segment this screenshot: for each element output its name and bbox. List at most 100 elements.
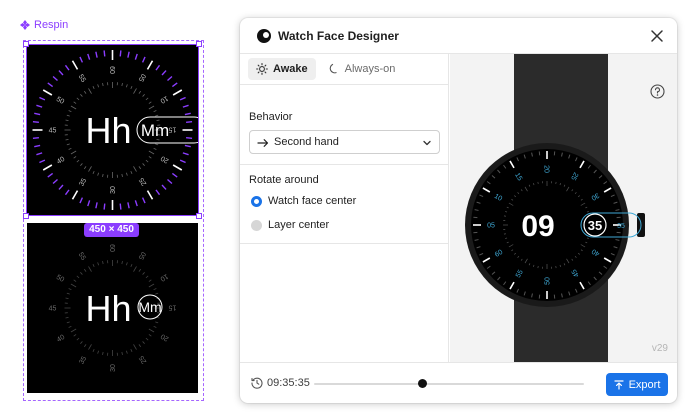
resize-handle-tl[interactable]	[23, 41, 29, 47]
radio-button-unselected[interactable]	[251, 219, 262, 231]
dial-number: 60	[108, 244, 115, 252]
dial-number: 50	[545, 277, 552, 285]
dial-tick	[161, 70, 167, 76]
inner-dial-tick	[155, 292, 159, 295]
inner-dial-tick	[92, 170, 95, 175]
inner-dial-tick	[88, 166, 92, 172]
inner-dial-tick	[133, 166, 137, 172]
dial-tick	[103, 203, 106, 210]
close-icon[interactable]	[649, 28, 665, 44]
time-slider-thumb[interactable]	[418, 379, 427, 388]
inner-dial-tick	[65, 138, 69, 141]
inner-dial-tick	[102, 351, 104, 356]
inner-dial-tick	[73, 101, 77, 104]
inner-dial-tick	[102, 260, 104, 265]
inner-dial-tick	[121, 173, 123, 178]
dial-tick	[71, 60, 79, 70]
dial-tick	[155, 64, 161, 71]
inner-dial-tick	[76, 275, 80, 279]
mode-tabs: Awake Always-on	[248, 58, 403, 80]
resize-handle-br[interactable]	[196, 213, 202, 219]
watch-face-frame-ambient[interactable]: 60 05 10 15 20 25 30 35 40 45 50 55 Hh Mm	[27, 223, 198, 393]
tab-always-on[interactable]: Always-on	[320, 58, 404, 80]
dial-tick	[64, 64, 70, 71]
export-button[interactable]: Export	[606, 373, 668, 396]
minutes-text: Mm	[138, 299, 161, 315]
dialog-footer: 09:35:35 Export	[240, 362, 677, 403]
hours-text: Hh	[85, 110, 131, 151]
inner-dial-tick	[70, 150, 77, 155]
inner-dial-tick	[65, 119, 69, 122]
frame-label[interactable]: Respin	[20, 19, 68, 31]
inner-dial-tick	[145, 337, 149, 341]
inner-dial-tick	[142, 163, 145, 166]
dial-number: 20	[160, 154, 170, 164]
behavior-select[interactable]: Second hand	[249, 130, 440, 154]
dial-number: 50	[55, 274, 65, 284]
dial-tick	[95, 51, 98, 58]
dial-tick	[134, 53, 138, 60]
inner-dial-tick	[126, 262, 128, 266]
inner-dial-tick	[76, 159, 80, 163]
inner-dial-tick	[153, 288, 157, 291]
component-icon	[20, 20, 30, 30]
dialog-header: Watch Face Designer	[240, 18, 677, 54]
dial-number: 55	[77, 73, 87, 83]
watch-render: 600510152025303540455055093535	[465, 54, 645, 362]
resize-handle-tr[interactable]	[196, 41, 202, 47]
inner-dial-tick	[70, 328, 77, 333]
version-label: v29	[651, 343, 668, 354]
inner-dial-tick	[148, 328, 155, 333]
inner-dial-tick	[88, 88, 92, 94]
settings-pane: Awake Always-on Behavior Second hand Rot…	[240, 54, 449, 362]
tab-awake[interactable]: Awake	[248, 58, 316, 80]
dial-tick	[179, 96, 186, 101]
dial-tick	[146, 60, 154, 70]
inner-dial-tick	[142, 272, 145, 275]
inner-dial-tick	[148, 279, 152, 282]
inner-dial-tick	[145, 159, 149, 163]
inner-dial-tick	[133, 344, 137, 350]
radio-layer-center[interactable]: Layer center	[251, 219, 329, 231]
dial-tick	[182, 104, 189, 108]
dial-number: 45	[49, 128, 57, 135]
dial-tick	[87, 200, 91, 207]
dial-tick	[134, 200, 138, 207]
chevron-down-icon	[423, 140, 431, 146]
radio-button-selected[interactable]	[251, 195, 262, 207]
clock-history-icon	[251, 377, 263, 389]
dialog-title: Watch Face Designer	[278, 29, 399, 43]
dial-tick	[36, 152, 43, 156]
help-icon[interactable]	[650, 84, 665, 99]
dial-tick	[42, 89, 53, 96]
divider	[240, 164, 449, 165]
size-badge: 450 × 450	[84, 223, 139, 237]
inner-dial-tick	[155, 143, 159, 146]
dial-tick	[172, 89, 183, 96]
resize-handle-bl[interactable]	[23, 213, 29, 219]
watch-face-frame-awake[interactable]: 60 05 10 15 20 25 30 35 40 45 50 55 Hh Mm	[27, 45, 198, 215]
dial-tick	[182, 152, 189, 156]
inner-dial-tick	[148, 283, 155, 288]
time-slider[interactable]	[314, 379, 584, 388]
inner-dial-tick	[145, 97, 149, 101]
inner-dial-tick	[130, 170, 133, 175]
dial-tick	[172, 164, 183, 171]
inner-dial-tick	[130, 348, 133, 353]
dial-number: 55	[77, 251, 87, 261]
dial-tick	[39, 96, 46, 101]
inner-dial-tick	[148, 334, 152, 337]
watch-preview: 600510152025303540455055093535 v29	[450, 54, 677, 362]
inner-dial-tick	[126, 350, 128, 354]
inner-dial-tick	[73, 334, 77, 337]
dial-tick	[119, 50, 122, 57]
inner-dial-tick	[148, 101, 152, 104]
dial-tick	[119, 203, 122, 210]
dial-number: 50	[55, 96, 65, 106]
dial-number: 20	[543, 165, 550, 173]
inner-dial-tick	[80, 272, 83, 275]
dial-tick	[58, 70, 64, 76]
radio-watch-face-center[interactable]: Watch face center	[251, 195, 356, 207]
inner-dial-tick	[83, 90, 87, 94]
dial-tick	[146, 190, 154, 200]
